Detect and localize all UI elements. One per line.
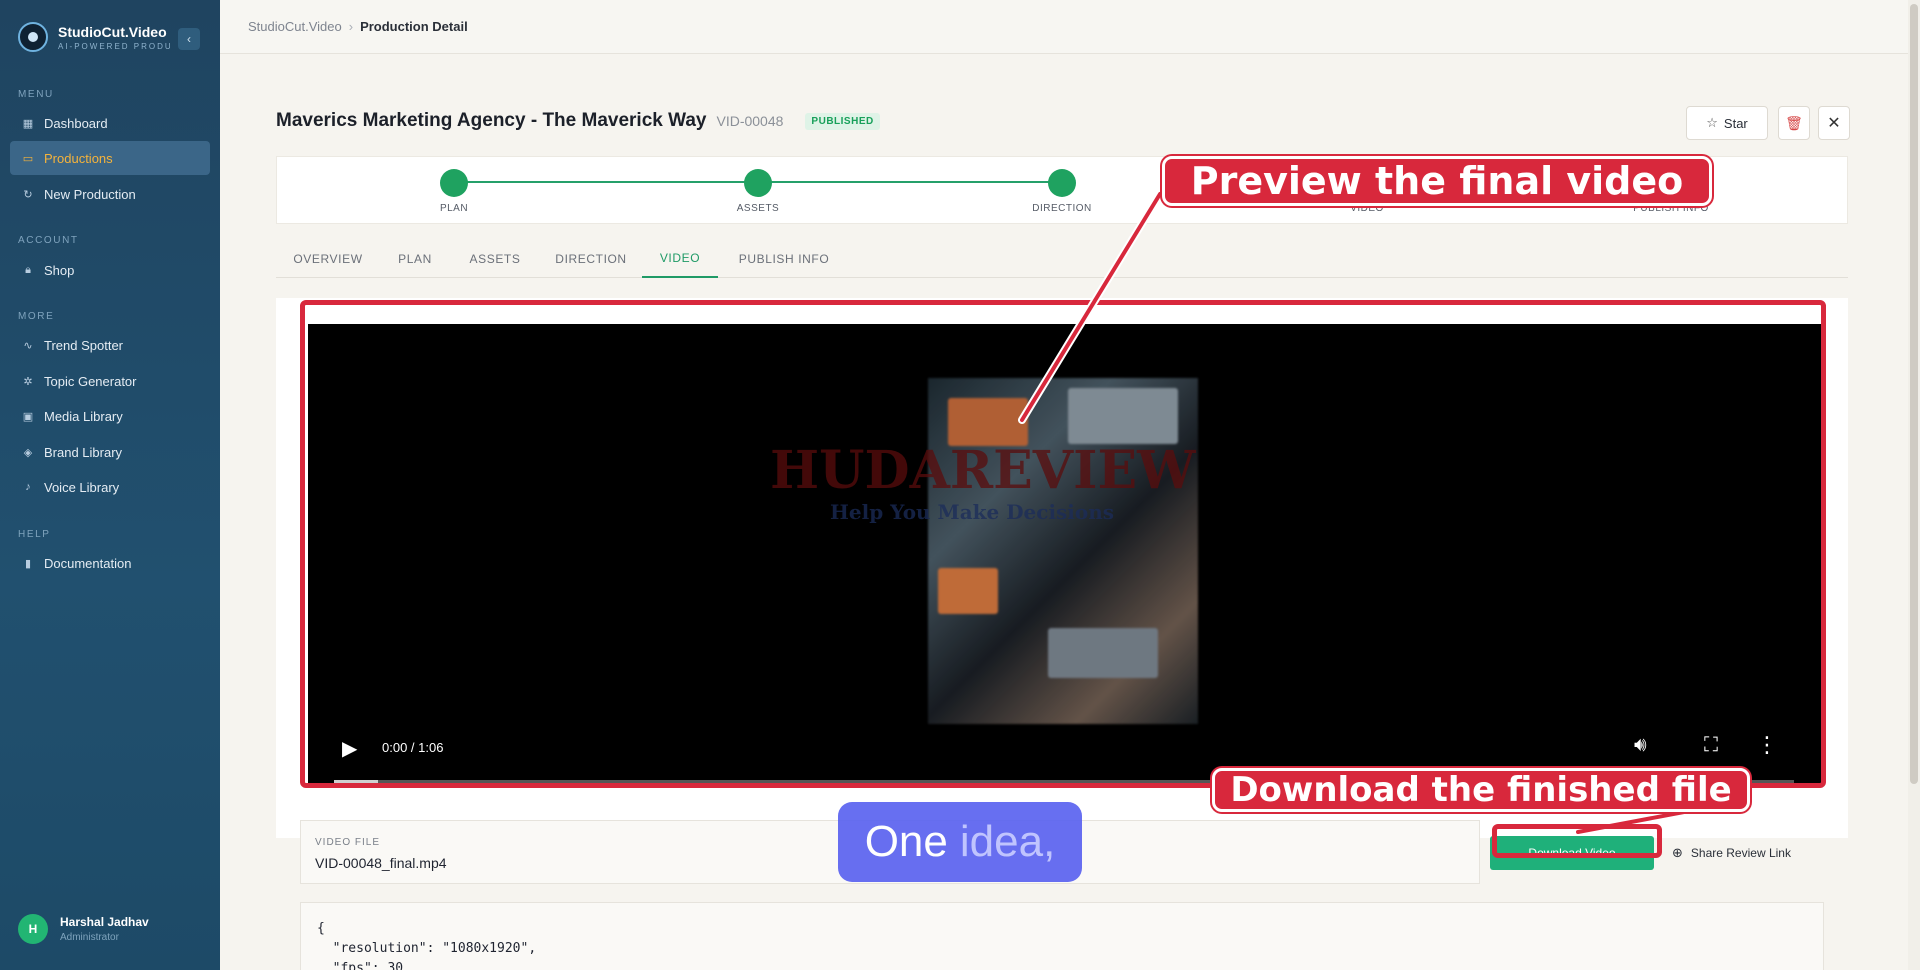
sparkle-icon: ✲ [23, 375, 33, 388]
breadcrumb-current: Production Detail [360, 19, 468, 34]
sidebar-item-productions[interactable]: ▭ Productions [10, 141, 210, 175]
annotation-frame-download [1492, 824, 1662, 858]
sidebar-item-voice-library[interactable]: ♪ Voice Library [10, 470, 210, 504]
grid-icon: ▦ [22, 117, 34, 130]
tab-bar: OVERVIEW PLAN ASSETS DIRECTION VIDEO PUB… [276, 240, 1848, 278]
step-label: ASSETS [736, 203, 780, 214]
breadcrumb: StudioCut.Video › Production Detail [220, 0, 1920, 54]
section-label-help: HELP [18, 529, 51, 540]
sidebar-item-label: Voice Library [44, 479, 120, 495]
sidebar-item-shop[interactable]: 🔒︎ Shop [10, 253, 210, 287]
sidebar-item-media-library[interactable]: ▣ Media Library [10, 399, 210, 433]
brand-tagline: AI-POWERED PRODUCTION [58, 41, 170, 51]
video-file-label: VIDEO FILE [315, 837, 381, 848]
annotation-callout-download: Download the finished file [1212, 768, 1750, 812]
status-badge: PUBLISHED [805, 112, 880, 130]
caption-word: One [864, 817, 948, 866]
brand-name: StudioCut.Video [58, 23, 167, 40]
sidebar-item-topic-generator[interactable]: ✲ Topic Generator [10, 364, 210, 398]
sidebar-item-label: Topic Generator [44, 373, 137, 389]
sidebar-item-dashboard[interactable]: ▦ Dashboard [10, 106, 210, 140]
microphone-icon: ♪ [25, 481, 31, 493]
chevron-left-icon: ‹ [187, 32, 191, 46]
lock-icon: 🔒︎ [25, 263, 31, 276]
step-label: DIRECTION [1032, 203, 1092, 214]
user-role: Administrator [60, 932, 119, 943]
sidebar-item-label: Documentation [44, 555, 132, 571]
trash-icon: 🗑︎ [1785, 114, 1803, 131]
folder-icon: ▭ [22, 152, 34, 165]
step-dot-assets[interactable] [744, 169, 772, 197]
collapse-sidebar-button[interactable]: ‹ [178, 28, 200, 50]
image-icon: ▣ [22, 410, 34, 423]
annotation-frame-video [300, 300, 1826, 788]
video-file-name: VID-00048_final.mp4 [315, 855, 447, 871]
globe-icon: ⊕ [1672, 845, 1683, 860]
tab-assets[interactable]: ASSETS [450, 240, 540, 278]
sidebar: StudioCut.Video AI-POWERED PRODUCTION ‹ … [0, 0, 220, 970]
sidebar-item-label: Dashboard [44, 115, 108, 131]
tab-direction[interactable]: DIRECTION [540, 240, 642, 278]
share-review-link-button[interactable]: ⊕ Share Review Link [1672, 836, 1791, 870]
section-label-menu: MENU [18, 89, 54, 100]
book-icon: ▮ [24, 557, 32, 570]
brand-logo-icon [18, 22, 48, 52]
tab-overview[interactable]: OVERVIEW [276, 240, 380, 278]
breadcrumb-root-link[interactable]: StudioCut.Video [248, 19, 342, 34]
video-metadata-json: { "resolution": "1080x1920", "fps": 30, [300, 902, 1824, 970]
annotation-callout-preview: Preview the final video [1162, 156, 1712, 206]
activity-icon: ∿ [23, 339, 33, 352]
page-scrollbar[interactable] [1908, 0, 1920, 970]
tab-video[interactable]: VIDEO [642, 240, 718, 278]
user-name: Harshal Jadhav [60, 915, 149, 929]
brand[interactable]: StudioCut.Video AI-POWERED PRODUCTION [18, 22, 170, 52]
title-row: Maverics Marketing Agency - The Maverick… [276, 110, 880, 132]
sidebar-item-label: Productions [44, 150, 113, 166]
star-button[interactable]: ☆ Star [1686, 106, 1768, 140]
step-dot-plan[interactable] [440, 169, 468, 197]
sidebar-item-label: Trend Spotter [44, 337, 124, 353]
section-label-more: MORE [18, 311, 55, 322]
close-icon: ✕ [1827, 115, 1841, 132]
sidebar-item-new-production[interactable]: ↻ New Production [10, 177, 210, 211]
scrollbar-thumb[interactable] [1910, 4, 1918, 784]
tab-publish-info[interactable]: PUBLISH INFO [718, 240, 850, 278]
sidebar-item-label: Brand Library [44, 444, 123, 460]
avatar: H [18, 914, 48, 944]
star-icon: ☆ [1706, 115, 1718, 130]
user-profile[interactable]: H Harshal Jadhav Administrator [18, 914, 149, 944]
caption-word: idea, [959, 817, 1056, 866]
tab-plan[interactable]: PLAN [380, 240, 450, 278]
refresh-icon: ↻ [23, 188, 33, 201]
delete-button[interactable]: 🗑︎ [1778, 106, 1810, 140]
breadcrumb-separator: › [348, 19, 354, 34]
section-label-account: ACCOUNT [18, 235, 79, 246]
sidebar-item-label: Shop [44, 262, 75, 278]
step-dot-direction[interactable] [1048, 169, 1076, 197]
sidebar-item-label: New Production [44, 186, 136, 202]
sidebar-item-label: Media Library [44, 408, 123, 424]
close-button[interactable]: ✕ [1818, 106, 1850, 140]
caption-overlay: One idea, [838, 802, 1082, 882]
sidebar-item-documentation[interactable]: ▮ Documentation [10, 546, 210, 580]
sidebar-item-trend-spotter[interactable]: ∿ Trend Spotter [10, 328, 210, 362]
page-title: Maverics Marketing Agency - The Maverick… [276, 110, 707, 131]
step-label: PLAN [439, 203, 469, 214]
tag-icon: ◈ [23, 446, 33, 459]
production-id: VID-00048 [716, 113, 784, 129]
sidebar-item-brand-library[interactable]: ◈ Brand Library [10, 435, 210, 469]
